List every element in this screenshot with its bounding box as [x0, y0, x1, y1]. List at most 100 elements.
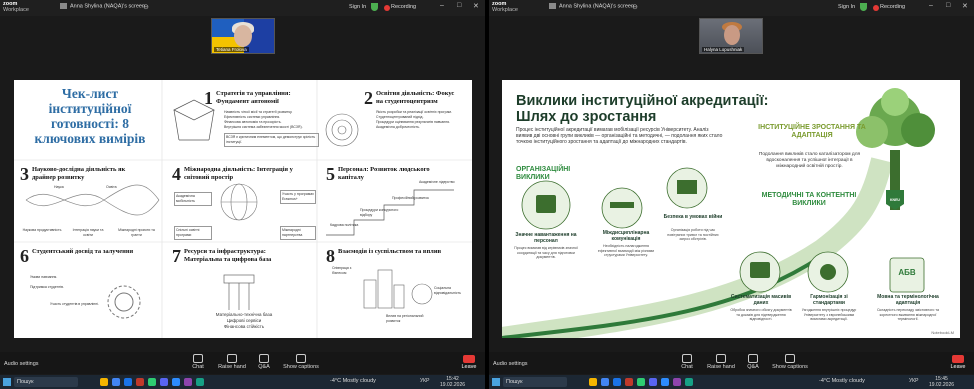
method-challenges-heading: МЕТОДИЧНІ ТА КОНТЕНТНІ ВИКЛИКИ	[761, 192, 857, 207]
windows-taskbar: Пошук -4°C Mostly cloudy УКР 15:42 19.02.…	[0, 375, 485, 389]
weather-widget[interactable]: -4°C Mostly cloudy	[819, 378, 865, 384]
participant-video[interactable]: Tetiana Frolova	[211, 18, 275, 54]
participant-name: Tetiana Frolova	[214, 47, 249, 52]
maximize-button[interactable]: □	[457, 2, 461, 9]
notebooklm-watermark: NotebookLM	[931, 330, 954, 335]
label-regional: Вплив на регіональний розвиток	[386, 314, 424, 323]
zoom-app-icon[interactable]	[172, 378, 180, 386]
weather-widget[interactable]: -4°C Mostly cloudy	[330, 378, 376, 384]
challenge-standards-desc: Узгодження внутрішніх процедур Університ…	[801, 308, 857, 321]
card-2: 2 Освітня діяльність: Фокус на студентоце…	[364, 88, 455, 108]
windows-taskbar: Пошук -4°C Mostly cloudy УКР 15:45 19.02.…	[489, 375, 974, 389]
close-button[interactable]: ✕	[962, 2, 968, 10]
zoom-logo: zoom Workplace	[3, 1, 29, 13]
shared-slide: Чек-лист інституційної готовності: 8 клю…	[14, 80, 472, 338]
browser-icon[interactable]	[112, 378, 120, 386]
app-icon[interactable]	[649, 378, 657, 386]
hand-icon	[716, 354, 726, 363]
captions-button[interactable]: Show captions	[278, 354, 324, 370]
card-1-items: Наявність чіткої місії та стратегії розв…	[224, 110, 319, 147]
card-4: 4 Міжнародна діяльність: Інтеграція у сві…	[172, 164, 293, 184]
leave-icon	[952, 355, 964, 363]
taskbar-search[interactable]: Пошук	[503, 377, 567, 387]
tab-menu-icon[interactable]: ⊖	[632, 3, 638, 11]
participant-video[interactable]: Halyna Lopushniak	[699, 18, 763, 54]
label-digital: Цифрові сервіси	[226, 318, 262, 323]
card-3: 3 Науково-дослідна діяльність як драйвер …	[20, 164, 126, 184]
right-zoom-window: zoom Workplace Anna Shylina (NAQA)'s scre…	[489, 0, 974, 389]
card-6: 6 Студентський досвід та залучення	[20, 246, 134, 266]
language-indicator[interactable]: УКР	[909, 378, 918, 384]
leave-button[interactable]: Leave	[947, 355, 969, 370]
title-bar: zoom Workplace Anna Shylina (NAQA)'s scre…	[489, 0, 974, 16]
avatar	[234, 25, 252, 47]
label-partnerships: Міжнародні партнерства	[280, 226, 316, 240]
screen-share-icon	[60, 3, 67, 9]
challenge-data-desc: Обробка значного обсягу документів та до…	[730, 308, 792, 321]
qa-icon	[259, 354, 269, 363]
sign-in-button[interactable]: Sign In	[838, 4, 855, 10]
growth-text: Подолання викликів стало каталізатором д…	[758, 152, 861, 169]
hand-icon	[227, 354, 237, 363]
audio-settings-button[interactable]: Audio settings	[493, 361, 528, 367]
minimize-button[interactable]: –	[929, 2, 933, 9]
language-indicator[interactable]: УКР	[420, 378, 429, 384]
meeting-toolbar: Audio settings Chat Raise hand Q&A Show …	[0, 352, 485, 374]
chat-icon	[682, 354, 692, 363]
clock[interactable]: 15:42 19.02.2026	[440, 376, 465, 388]
challenge-communication: Міждисциплінарна комунікація	[602, 230, 650, 242]
app-icon[interactable]	[184, 378, 192, 386]
label-grants: Міжнародні проєкти та гранти	[118, 228, 155, 237]
windows-start-icon[interactable]	[3, 378, 11, 386]
label-education: Освіта	[106, 185, 117, 189]
app-icon[interactable]	[613, 378, 621, 386]
challenge-workload-desc: Процес вимагав від керівників значної ко…	[514, 246, 578, 259]
browser-icon[interactable]	[601, 378, 609, 386]
leave-button[interactable]: Leave	[458, 355, 480, 370]
label-leadership: Академічне лідерство	[419, 180, 455, 184]
avatar	[724, 25, 740, 45]
label-science: Наука	[54, 185, 64, 189]
screen-share-tab[interactable]: Anna Shylina (NAQA)'s screen	[549, 3, 639, 14]
app-icon[interactable]	[637, 378, 645, 386]
label-hr-policy: Кадрова політика	[330, 223, 359, 227]
org-challenges-heading: ОРГАНІЗАЦІЙНІ ВИКЛИКИ	[516, 166, 571, 181]
screen-share-tab[interactable]: Anna Shylina (NAQA)'s screen	[60, 3, 150, 14]
app-icon[interactable]	[136, 378, 144, 386]
alphabet-icon: АБВ	[898, 268, 916, 277]
captions-button[interactable]: Show captions	[767, 354, 813, 370]
close-button[interactable]: ✕	[473, 2, 479, 10]
label-integration: Інтеграція науки та освіти	[72, 228, 104, 237]
minimize-button[interactable]: –	[440, 2, 444, 9]
audio-settings-button[interactable]: Audio settings	[4, 361, 39, 367]
app-icon[interactable]	[124, 378, 132, 386]
app-icon[interactable]	[148, 378, 156, 386]
label-participation: Участь студентів в управлінні.	[50, 302, 99, 306]
zoom-app-icon[interactable]	[661, 378, 669, 386]
record-icon	[873, 5, 879, 11]
file-explorer-icon[interactable]	[100, 378, 108, 386]
app-icon[interactable]	[625, 378, 633, 386]
label-social: Соціальна відповідальність	[434, 286, 461, 295]
tab-title: Anna Shylina (NAQA)'s screen	[559, 3, 635, 10]
windows-start-icon[interactable]	[492, 378, 500, 386]
app-icon[interactable]	[160, 378, 168, 386]
challenge-security-desc: Організація роботи під час повітряних тр…	[667, 228, 719, 241]
label-finance: Фінансова стійкість	[223, 324, 265, 329]
maximize-button[interactable]: □	[946, 2, 950, 9]
clock[interactable]: 15:45 19.02.2026	[929, 376, 954, 388]
shield-icon[interactable]	[860, 3, 867, 11]
cc-icon	[785, 354, 795, 363]
sign-in-button[interactable]: Sign In	[349, 4, 366, 10]
taskbar-search[interactable]: Пошук	[14, 377, 78, 387]
tab-menu-icon[interactable]: ⊖	[143, 3, 149, 11]
app-icon[interactable]	[673, 378, 681, 386]
shield-icon[interactable]	[371, 3, 378, 11]
card-1: 1 Стратегія та управління: Фундамент авто…	[204, 88, 291, 108]
challenge-standards: Гармонізація зі стандартами	[810, 294, 848, 306]
file-explorer-icon[interactable]	[589, 378, 597, 386]
screen-share-icon	[549, 3, 556, 9]
app-icon[interactable]	[196, 378, 204, 386]
record-icon	[384, 5, 390, 11]
app-icon[interactable]	[685, 378, 693, 386]
